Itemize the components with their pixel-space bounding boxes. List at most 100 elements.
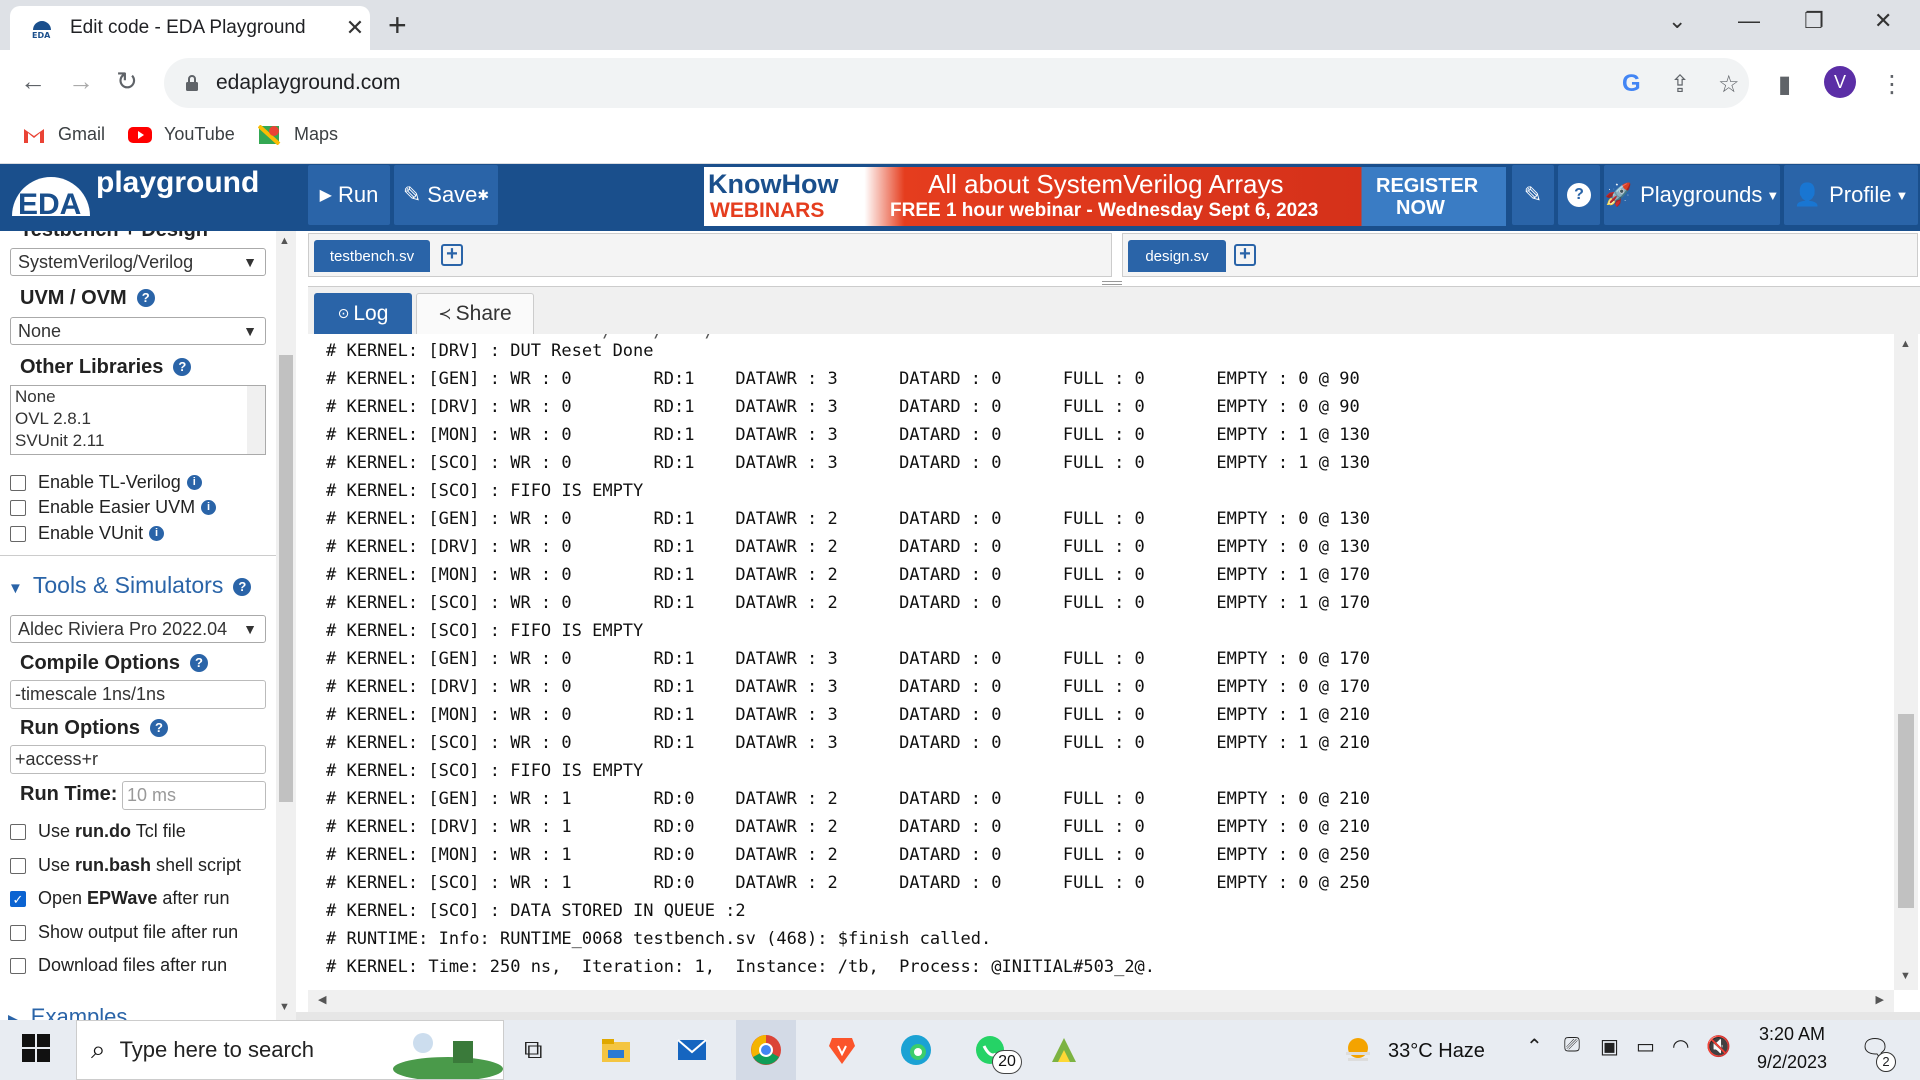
run-time-input[interactable]: 10 ms xyxy=(122,781,266,810)
tab-testbench[interactable]: testbench.sv xyxy=(314,240,430,272)
profile-menu[interactable]: 👤 Profile ▼ xyxy=(1784,165,1918,225)
task-view-icon[interactable]: ⧉ xyxy=(524,1034,556,1066)
bookmark-gmail[interactable]: Gmail xyxy=(22,124,105,145)
display-icon[interactable]: ▣ xyxy=(1600,1034,1632,1066)
mail-icon[interactable] xyxy=(676,1034,708,1066)
tab-share[interactable]: ≺ Share xyxy=(416,293,534,334)
edge-icon[interactable] xyxy=(900,1034,932,1066)
bookmark-maps[interactable]: Maps xyxy=(257,124,338,145)
info-icon[interactable]: i xyxy=(186,475,202,490)
compile-options-input[interactable]: -timescale 1ns/1ns xyxy=(10,680,266,709)
profile-avatar[interactable]: V xyxy=(1824,66,1856,98)
help-icon[interactable]: ? xyxy=(173,358,192,376)
info-icon[interactable]: i xyxy=(149,526,165,541)
tab-search-icon[interactable]: ⌄ xyxy=(1668,8,1686,34)
play-icon: ▶ xyxy=(319,187,332,204)
share-page-icon[interactable]: ⇪ xyxy=(1670,70,1690,99)
tab-close-icon[interactable]: ✕ xyxy=(340,15,370,41)
help-button[interactable]: ? xyxy=(1558,165,1600,225)
tab-log[interactable]: ⊙ Log xyxy=(314,293,412,334)
log-vertical-scrollbar[interactable]: ▲ ▼ xyxy=(1894,334,1918,990)
scrollbar-thumb[interactable] xyxy=(279,355,293,802)
examples-toggle[interactable]: ▶ Examples xyxy=(8,1004,127,1020)
scrollbar-thumb[interactable] xyxy=(1898,714,1914,908)
simulator-select[interactable]: Aldec Riviera Pro 2022.04 ▼ xyxy=(10,615,266,643)
app-triangle-icon[interactable] xyxy=(1048,1034,1080,1066)
add-file-icon[interactable]: + xyxy=(441,244,463,266)
log-output[interactable]: / / / # KERNEL: [DRV] : DUT Reset Done #… xyxy=(308,334,1894,990)
scroll-up-icon[interactable]: ▲ xyxy=(279,235,290,247)
run-options-input[interactable]: +access+r xyxy=(10,745,266,774)
volume-mute-icon[interactable]: 🔇 xyxy=(1706,1034,1738,1066)
address-bar[interactable]: edaplayground.com xyxy=(164,58,1749,108)
side-panel-icon[interactable]: ▮ xyxy=(1778,70,1791,99)
tab-design[interactable]: design.sv xyxy=(1128,240,1226,272)
download-files-checkbox[interactable]: Download files after run xyxy=(10,955,227,976)
scroll-left-icon[interactable]: ◀ xyxy=(318,993,326,1006)
webinar-banner[interactable]: KnowHow WEBINARS All about SystemVerilog… xyxy=(704,167,1506,226)
weather-text[interactable]: 33°C Haze xyxy=(1388,1040,1485,1063)
new-tab-button[interactable]: + xyxy=(388,9,407,41)
libraries-listbox[interactable]: None OVL 2.8.1 SVUnit 2.11 xyxy=(10,385,266,455)
taskbar-search[interactable]: ⌕ Type here to search xyxy=(76,1020,504,1080)
help-icon[interactable]: ? xyxy=(136,289,155,307)
enable-vunit-checkbox[interactable]: Enable VUnit i xyxy=(10,523,165,544)
scroll-up-icon[interactable]: ▲ xyxy=(1900,338,1911,350)
help-icon[interactable]: ? xyxy=(190,654,208,672)
listbox-scrollbar[interactable] xyxy=(247,386,265,454)
eda-logo[interactable]: EDA playground xyxy=(6,166,306,230)
scroll-down-icon[interactable]: ▼ xyxy=(1900,970,1911,982)
file-explorer-icon[interactable] xyxy=(600,1034,632,1066)
use-run-bash-checkbox[interactable]: Use run.bash shell script xyxy=(10,855,241,876)
log-horizontal-scrollbar[interactable]: ◀ ▶ xyxy=(308,990,1894,1012)
restore-icon[interactable]: ❐ xyxy=(1804,8,1824,34)
minimize-icon[interactable]: — xyxy=(1738,8,1760,34)
reload-icon[interactable]: ↻ xyxy=(116,66,138,97)
chrome-icon[interactable] xyxy=(750,1034,782,1066)
use-run-do-checkbox[interactable]: Use run.do Tcl file xyxy=(10,821,186,842)
run-options-label: Run Options? xyxy=(20,717,168,740)
meet-now-icon[interactable]: ⎚ xyxy=(1564,1034,1596,1066)
library-option[interactable]: SVUnit 2.11 xyxy=(11,430,265,452)
wifi-icon[interactable]: ◠ xyxy=(1672,1034,1704,1066)
info-icon[interactable]: i xyxy=(201,500,217,515)
library-option[interactable]: None xyxy=(11,386,265,408)
sidebar-scrollbar[interactable]: ▲ ▼ xyxy=(276,231,296,1020)
show-output-file-checkbox[interactable]: Show output file after run xyxy=(10,922,238,943)
add-file-icon[interactable]: + xyxy=(1234,244,1256,266)
enable-tl-verilog-checkbox[interactable]: Enable TL-Verilog i xyxy=(10,472,202,493)
resize-handle-icon[interactable] xyxy=(1102,281,1122,285)
chrome-menu-icon[interactable]: ⋮ xyxy=(1880,70,1904,99)
weather-icon[interactable] xyxy=(1342,1034,1374,1066)
scroll-right-icon[interactable]: ▶ xyxy=(1876,993,1884,1006)
clock-date[interactable]: 9/2/2023 xyxy=(1748,1052,1836,1073)
windows-start-icon[interactable] xyxy=(22,1034,54,1066)
battery-icon[interactable]: ▭ xyxy=(1636,1034,1668,1066)
help-icon[interactable]: ? xyxy=(149,719,168,737)
bookmark-youtube[interactable]: YouTube xyxy=(128,124,235,145)
window-close-icon[interactable]: ✕ xyxy=(1874,8,1892,34)
tools-simulators-toggle[interactable]: ▼ Tools & Simulators? xyxy=(8,572,252,599)
help-icon[interactable]: ? xyxy=(233,578,252,596)
browser-tab[interactable]: EDA Edit code - EDA Playground ✕ xyxy=(10,6,370,50)
library-option[interactable]: OVL 2.8.1 xyxy=(11,408,265,430)
playgrounds-menu[interactable]: 🚀 Playgrounds ▼ xyxy=(1604,165,1780,225)
enable-easier-uvm-checkbox[interactable]: Enable Easier UVM i xyxy=(10,497,217,518)
unsaved-asterisk-icon: ✱ xyxy=(477,186,490,203)
forward-icon[interactable]: → xyxy=(68,66,94,97)
brave-icon[interactable] xyxy=(826,1034,858,1066)
uvm-select[interactable]: None ▼ xyxy=(10,317,266,345)
check-icon[interactable]: ✓ xyxy=(10,890,26,907)
google-icon[interactable]: G xyxy=(1622,70,1641,98)
scroll-down-icon[interactable]: ▼ xyxy=(279,1001,290,1013)
show-hidden-icons[interactable]: ⌃ xyxy=(1526,1034,1558,1066)
run-button[interactable]: ▶ Run xyxy=(308,165,390,225)
open-epwave-checkbox[interactable]: ✓ Open EPWave after run xyxy=(10,888,229,909)
language-select[interactable]: SystemVerilog/Verilog ▼ xyxy=(10,248,266,276)
back-icon[interactable]: ← xyxy=(20,66,46,97)
edit-profile-button[interactable]: ✎ xyxy=(1512,165,1554,225)
save-button[interactable]: ✎ Save ✱ xyxy=(394,165,498,225)
clock-time[interactable]: 3:20 AM xyxy=(1752,1024,1832,1045)
bookmark-star-icon[interactable]: ☆ xyxy=(1718,70,1740,99)
log-line: # KERNEL: [SCO] : WR : 0 RD:1 DATAWR : 3… xyxy=(326,453,1370,473)
